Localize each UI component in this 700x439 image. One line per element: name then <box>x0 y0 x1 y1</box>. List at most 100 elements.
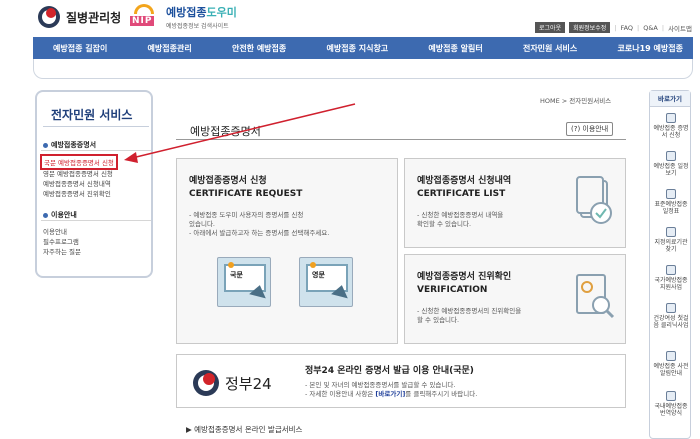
quick-item-label: 건강여성 첫걸음 클리닉사업 <box>653 315 689 329</box>
printer-icon <box>666 113 676 123</box>
nav-item-notice[interactable]: 예방접종 알림터 <box>428 43 482 54</box>
quick-item-label: 지정의료기관 찾기 <box>654 239 688 253</box>
kdca-logo-text: 질병관리청 <box>66 10 122 25</box>
list-desc-1: - 신청한 예방접종증명서 내역을 <box>417 211 504 219</box>
verify-title-ko: 예방접종증명서 진위확인 <box>417 272 512 282</box>
faq-link[interactable]: FAQ <box>620 24 633 32</box>
nip-badge: NIP <box>130 16 155 26</box>
gov24-desc-1: - 본인 및 자녀의 예방접종증명서를 발급할 수 있습니다. <box>305 381 456 389</box>
kdca-logo[interactable]: 질병관리청 <box>38 6 121 28</box>
qna-link[interactable]: Q&A <box>643 24 658 32</box>
sidebar: 전자민원 서비스 예방접종증명서 국문 예방접종증명서 신청 영문 예방접종증명… <box>35 90 153 278</box>
certificate-search-icon <box>576 274 615 319</box>
quick-item-national[interactable]: 국가예방접종 지원사업 <box>651 265 691 291</box>
verify-desc-1: - 신청한 예방접종증명서의 진위확인을 <box>417 307 522 315</box>
verify-title-en: VERIFICATION <box>417 285 488 295</box>
quick-item-label: 국내예방접종 번역양식 <box>654 403 688 417</box>
quick-item-certificate[interactable]: 예방접종 증명서 신청 <box>651 113 691 139</box>
gov24-desc-2: - 자세한 이용안내 사항은 [바로가기]를 클릭해주시기 바랍니다. <box>305 390 477 399</box>
usage-guide-button[interactable]: (?) 이용안내 <box>566 122 614 136</box>
pin-icon <box>228 262 234 268</box>
sitemap-link[interactable]: 사이트맵 <box>668 23 692 33</box>
nav-item-guide[interactable]: 예방접종 길잡이 <box>53 43 107 54</box>
kdca-emblem-icon <box>38 6 60 28</box>
nip-title-b: 도우미 <box>206 6 237 19</box>
main-nav: 예방접종 길잡이 예방접종관리 안전한 예방접종 예방접종 지식창고 예방접종 … <box>33 37 693 59</box>
request-desc-1: - 예방접종 도우미 사용자의 증명서를 신청 <box>189 211 304 219</box>
quick-item-standard[interactable]: 표준예방접종 일정표 <box>651 189 691 215</box>
speaker-icon <box>666 351 676 361</box>
divider <box>176 139 626 140</box>
sidebar-item-verify[interactable]: 예방접종증명서 진위확인 <box>43 188 111 198</box>
sidebar-section-certificate: 예방접종증명서 <box>43 140 96 150</box>
usage-guide-label: 이용안내 <box>582 125 609 133</box>
hospital-icon <box>666 227 676 237</box>
nav-item-knowledge[interactable]: 예방접종 지식창고 <box>327 43 389 54</box>
calendar-icon <box>666 151 676 161</box>
korean-certificate-button[interactable]: 국문 <box>217 257 271 307</box>
list-desc-2: 확인할 수 있습니다. <box>417 220 472 228</box>
syringe-icon <box>666 189 676 199</box>
nav-item-covid19[interactable]: 코로나19 예방접종 <box>618 43 683 54</box>
document-check-icon <box>576 176 612 224</box>
nav-item-e-service[interactable]: 전자민원 서비스 <box>523 43 577 54</box>
sidebar-item-faq[interactable]: 자주하는 질문 <box>43 246 81 256</box>
gov24-title: 정부24 온라인 증명서 발급 이용 안내(국문) <box>305 366 474 376</box>
list-title-ko: 예방접종증명서 신청내역 <box>417 176 512 186</box>
nav-item-management[interactable]: 예방접종관리 <box>148 43 192 54</box>
translation-icon <box>666 391 676 401</box>
divider: | <box>614 23 617 32</box>
quick-item-label: 표준예방접종 일정표 <box>654 201 688 215</box>
sidebar-item-history[interactable]: 예방접종증명서 신청내역 <box>43 178 111 188</box>
quick-links-bar: 바로가기 예방접종 증명서 신청 예방접종 일정보기 표준예방접종 일정표 지정… <box>649 90 691 439</box>
quick-item-label: 예방접종 일정보기 <box>653 163 689 177</box>
verification-card[interactable]: 예방접종증명서 진위확인 VERIFICATION - 신청한 예방접종증명서의… <box>404 254 626 344</box>
divider <box>41 150 151 151</box>
gov24-shortcut-link[interactable]: [바로가기] <box>375 390 405 398</box>
gov-emblem-icon <box>193 370 219 396</box>
sidebar-section-guide: 이용안내 <box>43 210 77 220</box>
sidebar-item-programs[interactable]: 필수프로그램 <box>43 236 79 246</box>
site-header: 질병관리청 NIP 예방접종도우미 예방접종정보 검색사이트 로그아웃 회원정보… <box>0 0 700 36</box>
certificate-request-card: 예방접종증명서 신청 CERTIFICATE REQUEST - 예방접종 도우… <box>176 158 398 344</box>
quick-item-clinics[interactable]: 지정의료기관 찾기 <box>651 227 691 253</box>
quick-item-label: 예방접종 증명서 신청 <box>653 125 689 139</box>
quick-links-title: 바로가기 <box>650 91 690 107</box>
request-title-ko: 예방접종증명서 신청 <box>189 176 267 186</box>
sidebar-item-usage[interactable]: 이용안내 <box>43 226 67 236</box>
request-desc-3: - 아래에서 발급하고자 하는 증명서를 선택해주세요. <box>189 229 330 237</box>
gov24-desc: - 본인 및 자녀의 예방접종증명서를 발급할 수 있습니다. - 자세한 이용… <box>305 381 477 399</box>
nip-logo[interactable]: NIP 예방접종도우미 예방접종정보 검색사이트 <box>128 4 237 30</box>
request-title-en: CERTIFICATE REQUEST <box>189 189 303 199</box>
quick-item-label: 예방접종 사전알림안내 <box>653 363 689 377</box>
quick-item-alert[interactable]: 예방접종 사전알림안내 <box>651 351 691 377</box>
logout-button[interactable]: 로그아웃 <box>535 22 566 33</box>
breadcrumb: HOME > 전자민원서비스 <box>540 97 612 105</box>
english-certificate-button[interactable]: 영문 <box>299 257 353 307</box>
sidebar-item-english-request[interactable]: 영문 예방접종증명서 신청 <box>43 168 113 178</box>
online-issuance-link[interactable]: ▶ 예방접종증명서 온라인 발급서비스 <box>186 424 302 435</box>
divider: | <box>661 23 665 32</box>
verify-desc-2: 할 수 있습니다. <box>417 316 460 324</box>
nip-subtitle: 예방접종정보 검색사이트 <box>166 23 229 30</box>
edit-profile-button[interactable]: 회원정보수정 <box>569 22 611 33</box>
heart-icon <box>666 303 676 313</box>
quick-item-schedule[interactable]: 예방접종 일정보기 <box>651 151 691 177</box>
nav-item-safety[interactable]: 안전한 예방접종 <box>232 43 286 54</box>
certificate-list-card[interactable]: 예방접종증명서 신청내역 CERTIFICATE LIST - 신청한 예방접종… <box>404 158 626 248</box>
quick-item-translation[interactable]: 국내예방접종 번역양식 <box>651 391 691 417</box>
nip-title-a: 예방접종 <box>166 6 207 19</box>
quick-item-label: 국가예방접종 지원사업 <box>654 277 688 291</box>
top-utility-links: 로그아웃 회원정보수정 | FAQ | Q&A | 사이트맵 <box>535 22 692 33</box>
gov24-desc-2-pre: - 자세한 이용안내 사항은 <box>305 390 376 398</box>
quick-item-women-clinic[interactable]: 건강여성 첫걸음 클리닉사업 <box>651 303 691 329</box>
nip-sun-icon: NIP <box>128 4 160 30</box>
question-icon: ? <box>573 125 578 133</box>
pin-icon <box>310 262 316 268</box>
request-desc-2: 있습니다. <box>189 220 215 228</box>
divider: | <box>637 23 640 32</box>
document-icon <box>666 265 676 275</box>
gov24-card: 정부24 정부24 온라인 증명서 발급 이용 안내(국문) - 본인 및 자녀… <box>176 354 626 408</box>
divider <box>41 220 151 221</box>
page-title: 예방접종증명서 <box>190 125 261 138</box>
